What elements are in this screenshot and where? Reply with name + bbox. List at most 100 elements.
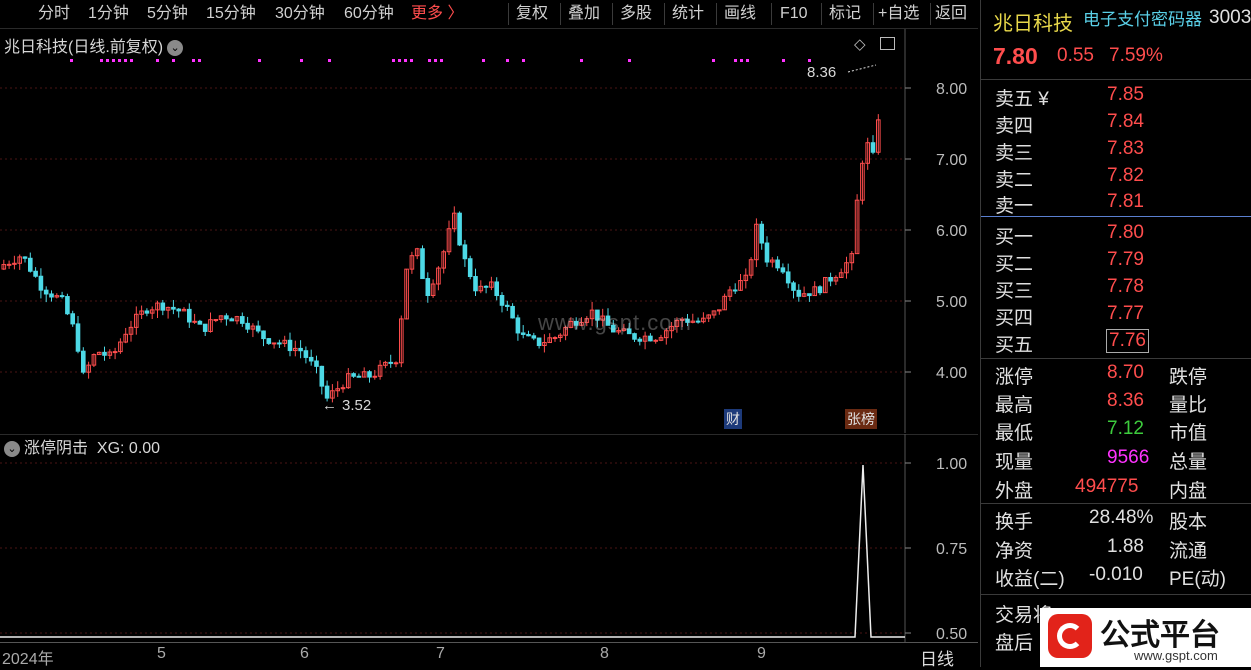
high-label: 最高 — [995, 395, 1034, 416]
draw-line-button[interactable]: 画线 — [724, 4, 756, 24]
mark-button[interactable]: 标记 — [829, 4, 861, 24]
indicator-chart[interactable]: 1.00 0.75 0.50 — [0, 434, 978, 642]
candle-body — [494, 281, 499, 297]
candle-body — [462, 244, 468, 260]
signal-line — [0, 464, 905, 638]
low-price-label: 3.52 — [342, 397, 372, 414]
toolbar-divider — [930, 3, 931, 25]
back-button[interactable]: 返回 — [935, 4, 967, 24]
finance-tag[interactable]: 财 — [724, 409, 742, 429]
period-tab-30min[interactable]: 30分钟 — [275, 4, 325, 24]
candle-body — [49, 293, 54, 298]
ask5-price[interactable]: 7.85 — [1107, 84, 1144, 106]
candle-body — [457, 212, 462, 246]
candle-body — [261, 330, 266, 340]
price-change-pct: 7.59% — [1109, 45, 1163, 66]
candle-body — [224, 315, 229, 320]
ask1-price[interactable]: 7.81 — [1107, 191, 1144, 213]
panel-toggle-icon[interactable] — [880, 37, 895, 50]
chart-title-bar: 兆日科技(日线.前复权) ⌄ — [4, 33, 184, 57]
fuquan-button[interactable]: 复权 — [516, 4, 548, 24]
period-tab-60min[interactable]: 60分钟 — [344, 4, 394, 24]
bid5-label: 买五 — [995, 335, 1034, 356]
period-label[interactable]: 日线 — [920, 645, 954, 670]
candle-body — [102, 351, 107, 356]
candle-body — [780, 267, 786, 273]
signal-dot — [410, 59, 413, 62]
turnover-value: 28.48% — [1089, 507, 1154, 528]
toolbar-divider — [612, 3, 613, 25]
kline-chart[interactable]: 8.00 7.00 6.00 5.00 4.00 — [0, 29, 978, 433]
signal-dot — [118, 59, 121, 62]
candle-body — [229, 318, 234, 322]
candle-body — [828, 276, 833, 282]
bid3-price[interactable]: 7.78 — [1107, 276, 1144, 298]
candle-body — [240, 316, 245, 324]
bid5-price[interactable]: 7.76 — [1106, 329, 1149, 353]
overlay-button[interactable]: 叠加 — [568, 4, 600, 24]
candle-body — [520, 332, 526, 335]
period-tab-15min[interactable]: 15分钟 — [206, 4, 256, 24]
candle-body — [510, 305, 515, 319]
bid2-price[interactable]: 7.79 — [1107, 249, 1144, 271]
market-cap-label: 市值 — [1169, 423, 1208, 444]
candle-body — [526, 333, 531, 337]
signal-dot — [740, 59, 743, 62]
candle-body — [160, 302, 166, 311]
candle-body — [28, 257, 33, 272]
y-tick-label: 7.00 — [936, 152, 967, 169]
signal-dot — [428, 59, 431, 62]
candle-body — [59, 295, 65, 298]
candle-body — [277, 342, 282, 345]
period-toolbar: 分时 1分钟 5分钟 15分钟 30分钟 60分钟 更多 〉 复权 叠加 多股 … — [0, 0, 978, 29]
y-tick-label: 1.00 — [936, 456, 967, 473]
diamond-icon[interactable]: ◇ — [854, 35, 866, 53]
quote-panel: 兆日科技 电子支付密码器 3003 7.80 0.55 7.59% 卖五 ¥ 7… — [980, 0, 1251, 667]
candle-body — [33, 270, 38, 277]
toolbar-divider — [771, 3, 772, 25]
chevron-down-icon[interactable]: ⌄ — [167, 39, 184, 56]
bid1-price[interactable]: 7.80 — [1107, 222, 1144, 244]
signal-dot — [392, 59, 395, 62]
concept-label[interactable]: 电子支付密码器 — [1083, 5, 1202, 30]
bid4-price[interactable]: 7.77 — [1107, 303, 1144, 325]
candle-body — [255, 325, 261, 332]
signal-dot — [782, 59, 785, 62]
turnover-label: 换手 — [995, 512, 1034, 533]
indicator-xg-value: XG: 0.00 — [96, 440, 161, 457]
low-label: 最低 — [995, 423, 1034, 444]
chevron-down-icon[interactable]: ⌄ — [4, 440, 20, 457]
candle-body — [367, 371, 372, 378]
ask3-price[interactable]: 7.83 — [1107, 138, 1144, 160]
y-tick-label: 0.75 — [936, 541, 967, 558]
low-arrow-icon: ← — [322, 397, 337, 414]
candle-body — [75, 323, 81, 352]
more-periods-button[interactable]: 更多 〉 — [411, 4, 463, 24]
candle-body — [467, 258, 473, 278]
toolbar-divider — [508, 3, 509, 25]
f10-button[interactable]: F10 — [780, 4, 808, 24]
period-tab-fenshi[interactable]: 分时 — [38, 4, 70, 24]
current-volume-label: 现量 — [995, 452, 1034, 473]
candle-body — [144, 310, 150, 314]
ranking-tag[interactable]: 张榜 — [845, 409, 877, 429]
ask2-price[interactable]: 7.82 — [1107, 165, 1144, 187]
statistics-button[interactable]: 统计 — [672, 4, 704, 24]
add-favorite-button[interactable]: +自选 — [878, 4, 919, 24]
multi-stock-button[interactable]: 多股 — [620, 4, 652, 24]
candle-body — [372, 375, 378, 378]
signal-dot — [70, 59, 73, 62]
signal-dot — [482, 59, 485, 62]
period-tab-5min[interactable]: 5分钟 — [147, 4, 188, 24]
period-tab-1min[interactable]: 1分钟 — [88, 4, 129, 24]
y-tick-label: 0.50 — [936, 626, 967, 642]
ask4-price[interactable]: 7.84 — [1107, 111, 1144, 133]
toolbar-divider — [716, 3, 717, 25]
candle-body — [287, 339, 293, 352]
candle-body — [308, 356, 314, 362]
candle-body — [764, 242, 770, 263]
candle-body — [637, 338, 643, 342]
candle-body — [870, 142, 876, 153]
signal-dot — [192, 59, 195, 62]
candle-body — [197, 320, 203, 325]
